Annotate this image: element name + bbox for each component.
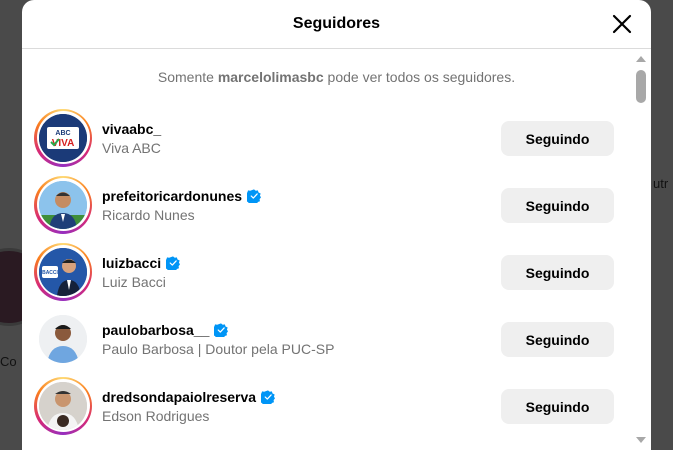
person-photo-icon xyxy=(39,180,87,229)
user-text: prefeitoricardonunes Ricardo Nunes xyxy=(102,186,262,223)
following-button[interactable]: Seguindo xyxy=(501,188,614,223)
notice-prefix: Somente xyxy=(157,69,218,85)
username-link[interactable]: luizbacci xyxy=(102,253,181,272)
username[interactable]: paulobarbosa__ xyxy=(102,322,209,338)
user-text: paulobarbosa__ Paulo Barbosa | Doutor pe… xyxy=(102,320,335,358)
story-ring[interactable] xyxy=(34,376,92,435)
list-item[interactable]: ABC VIVA vivaabc_ Viva ABC Seguindo xyxy=(22,104,629,171)
verified-badge-icon xyxy=(214,322,229,337)
avatar xyxy=(39,381,87,430)
username-link[interactable]: dredsondapaiolreserva xyxy=(102,387,276,406)
full-name: Ricardo Nunes xyxy=(102,207,195,223)
avatar-frame[interactable] xyxy=(34,310,92,368)
user-text: dredsondapaiolreserva Edson Rodrigues xyxy=(102,387,276,424)
viva-abc-logo-icon: ABC VIVA xyxy=(39,113,87,162)
full-name: Luiz Bacci xyxy=(102,274,166,290)
scrollbar[interactable] xyxy=(635,52,647,450)
following-button[interactable]: Seguindo xyxy=(501,322,614,357)
avatar: ABC VIVA xyxy=(39,113,87,162)
avatar xyxy=(39,314,87,363)
notice-username: marcelolimasbc xyxy=(217,69,324,85)
svg-text:ABC: ABC xyxy=(55,130,70,137)
username-link[interactable]: paulobarbosa__ xyxy=(102,320,334,339)
username[interactable]: dredsondapaiolreserva xyxy=(102,389,256,405)
list-item[interactable]: dredsondapaiolreserva Edson Rodrigues Se… xyxy=(22,372,629,439)
avatar xyxy=(39,180,87,229)
scroll-down-arrow-icon[interactable] xyxy=(635,436,647,444)
username-link[interactable]: vivaabc_ xyxy=(102,119,161,138)
full-name: Edson Rodrigues xyxy=(102,408,210,424)
user-text: luizbacci Luiz Bacci xyxy=(102,253,181,290)
username[interactable]: luizbacci xyxy=(102,255,161,271)
person-photo-icon: BACCI xyxy=(39,247,87,296)
close-icon xyxy=(612,14,632,34)
scroll-up-arrow-icon[interactable] xyxy=(635,55,647,63)
following-button[interactable]: Seguindo xyxy=(501,389,614,424)
username[interactable]: prefeitoricardonunes xyxy=(102,188,242,204)
avatar: BACCI xyxy=(39,247,87,296)
followers-notice: Somente marcelolimasbc pode ver todos os… xyxy=(22,69,651,87)
modal-header: Seguidores xyxy=(22,0,651,49)
story-ring[interactable] xyxy=(34,175,92,234)
verified-badge-icon xyxy=(166,255,181,270)
modal-title: Seguidores xyxy=(292,15,381,32)
person-photo-icon xyxy=(39,314,87,363)
verified-badge-icon xyxy=(247,188,262,203)
background-text-right: utr xyxy=(653,176,669,191)
close-button[interactable] xyxy=(611,13,633,35)
followers-list: ABC VIVA vivaabc_ Viva ABC Seguindo pref… xyxy=(22,104,629,439)
list-item[interactable]: paulobarbosa__ Paulo Barbosa | Doutor pe… xyxy=(22,305,629,372)
background-text-left: Co xyxy=(0,354,17,369)
username-link[interactable]: prefeitoricardonunes xyxy=(102,186,262,205)
story-ring[interactable]: BACCI xyxy=(34,242,92,301)
username[interactable]: vivaabc_ xyxy=(102,121,161,137)
full-name: Viva ABC xyxy=(102,140,161,156)
following-button[interactable]: Seguindo xyxy=(501,121,614,156)
story-ring[interactable]: ABC VIVA xyxy=(34,108,92,167)
scrollbar-thumb[interactable] xyxy=(636,70,646,103)
notice-suffix: pode ver todos os seguidores. xyxy=(323,69,516,85)
list-item[interactable]: prefeitoricardonunes Ricardo Nunes Segui… xyxy=(22,171,629,238)
following-button[interactable]: Seguindo xyxy=(501,255,614,290)
followers-modal: Seguidores Somente marcelolimasbc pode v… xyxy=(22,0,651,450)
person-photo-icon xyxy=(39,381,87,430)
svg-text:BACCI: BACCI xyxy=(42,270,58,276)
list-item[interactable]: BACCI luizbacci Luiz Bacci Seguindo xyxy=(22,238,629,305)
user-text: vivaabc_ Viva ABC xyxy=(102,119,161,157)
full-name: Paulo Barbosa | Doutor pela PUC-SP xyxy=(102,341,335,357)
verified-badge-icon xyxy=(261,389,276,404)
